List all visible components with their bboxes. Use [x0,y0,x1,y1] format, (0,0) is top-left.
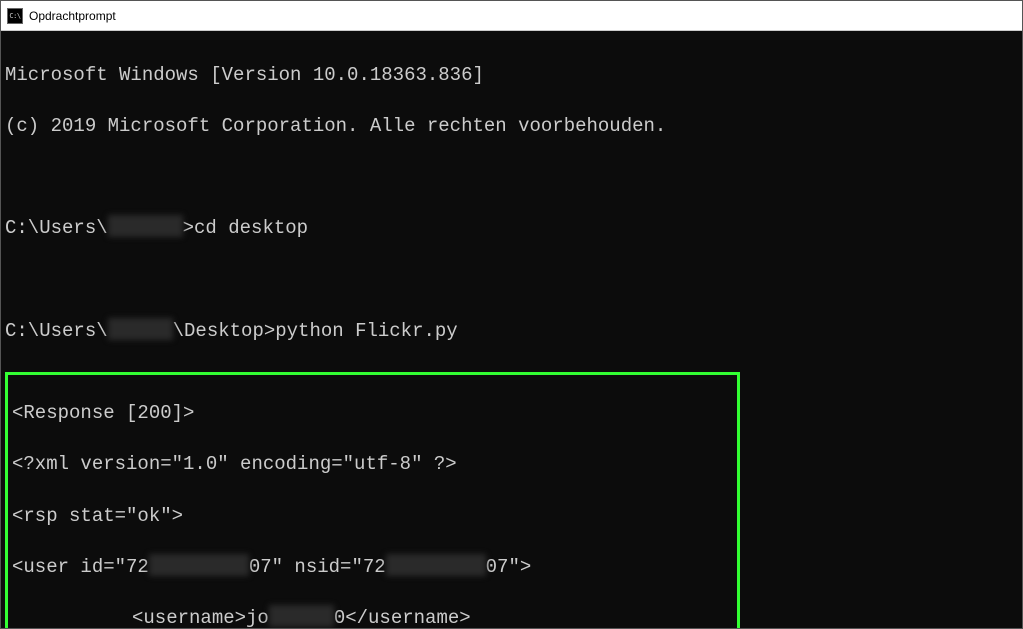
titlebar[interactable]: C:\ Opdrachtprompt [1,1,1022,31]
redacted-username-value [269,605,334,627]
command-prompt-window: C:\ Opdrachtprompt Microsoft Windows [Ve… [0,0,1023,629]
blank-line [5,165,1018,191]
cmd-icon: C:\ [7,8,23,24]
output-line: <Response [200]> [12,401,733,427]
highlighted-output-box: <Response [200]> <?xml version="1.0" enc… [5,372,740,628]
output-line: <?xml version="1.0" encoding="utf-8" ?> [12,452,733,478]
output-line: <user id="7207" nsid="7207"> [12,555,733,581]
output-line: <rsp stat="ok"> [12,504,733,530]
redacted-username [108,318,173,340]
prompt-line: C:\Users\>cd desktop [5,216,1018,242]
redacted-nsid [386,554,486,576]
blank-line [5,268,1018,294]
redacted-username [108,215,183,237]
output-line: <username>jo0</username> [12,606,733,628]
window-title: Opdrachtprompt [29,9,116,23]
console-area[interactable]: Microsoft Windows [Version 10.0.18363.83… [1,31,1022,628]
banner-line: (c) 2019 Microsoft Corporation. Alle rec… [5,114,1018,140]
prompt-line: C:\Users\\Desktop>python Flickr.py [5,319,1018,345]
banner-line: Microsoft Windows [Version 10.0.18363.83… [5,63,1018,89]
redacted-id [149,554,249,576]
